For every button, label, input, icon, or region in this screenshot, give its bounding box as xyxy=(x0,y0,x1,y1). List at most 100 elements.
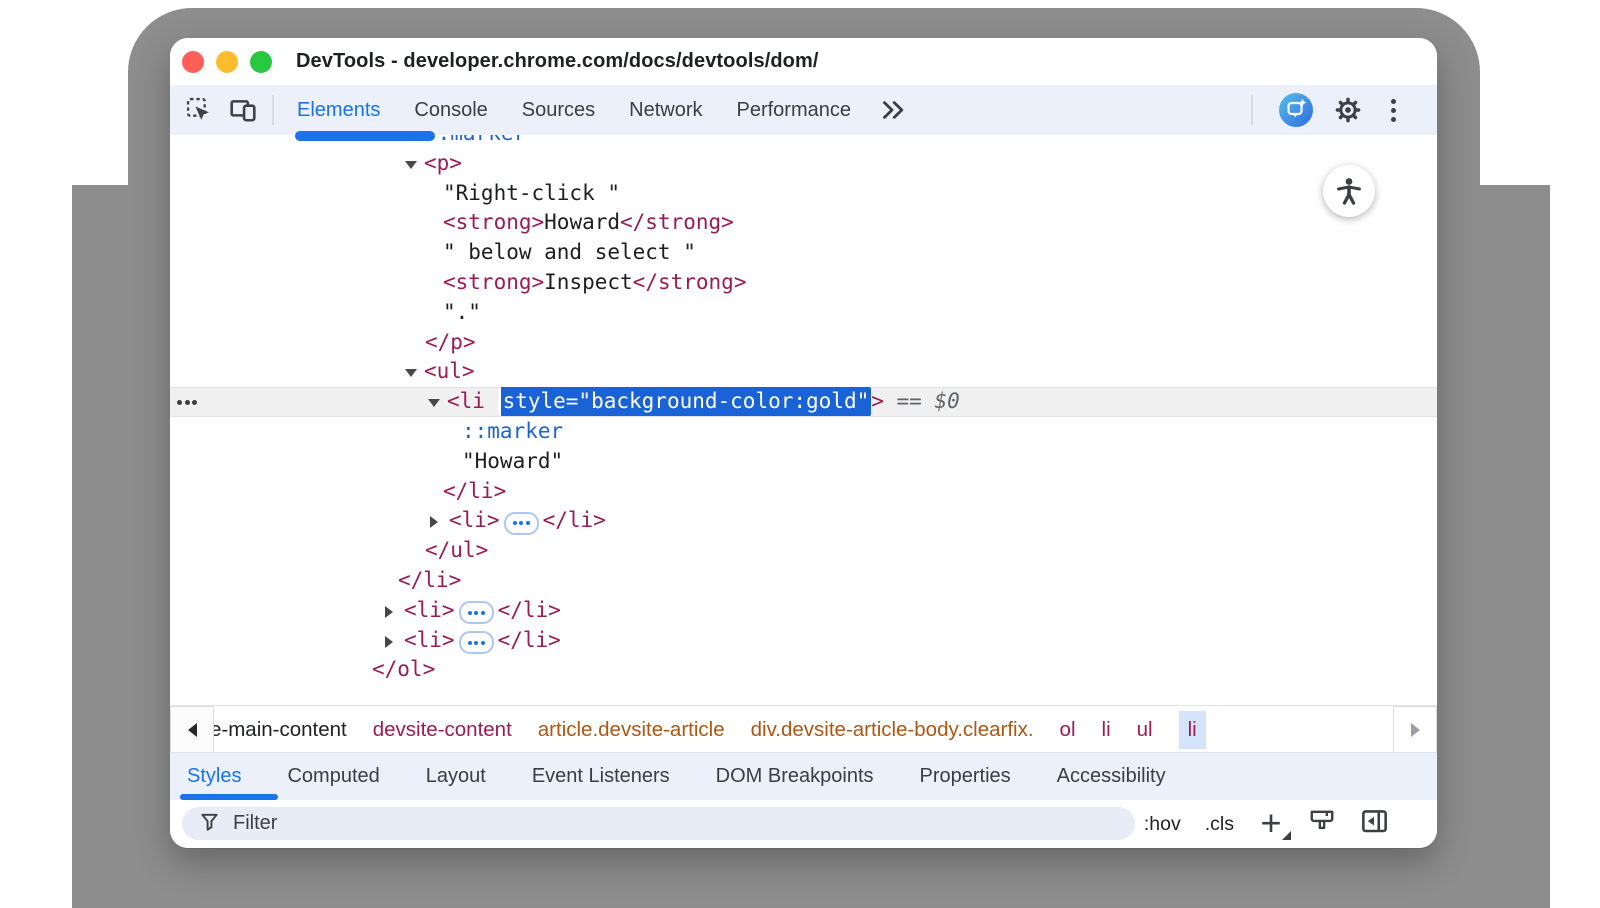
dom-tree-line[interactable]: <strong>Inspect</strong> xyxy=(170,268,1437,298)
expand-arrow-icon[interactable] xyxy=(385,626,404,656)
new-style-rule-button[interactable] xyxy=(1258,811,1284,837)
code-segment: " below and select " xyxy=(443,240,696,264)
code-segment: <p> xyxy=(424,151,462,175)
code-segment: "." xyxy=(443,300,481,324)
styles-panel-tabs: Styles Computed Layout Event Listeners DOM B… xyxy=(170,752,1437,800)
styles-tab-computed[interactable]: Computed xyxy=(287,765,379,788)
breadcrumb-item[interactable]: li xyxy=(1102,718,1111,742)
code-segment: </ul> xyxy=(425,538,488,562)
code-segment: </li> xyxy=(398,568,461,592)
expand-arrow-icon[interactable] xyxy=(430,506,449,536)
dom-tree-line[interactable]: <strong>Howard</strong> xyxy=(170,208,1437,238)
paintbrush-icon[interactable] xyxy=(1308,808,1336,841)
code-segment: </p> xyxy=(425,330,476,354)
code-segment: "Howard" xyxy=(462,449,563,473)
settings-gear-icon[interactable] xyxy=(1333,95,1363,125)
tab-performance[interactable]: Performance xyxy=(720,99,869,122)
code-segment: </strong> xyxy=(633,270,747,294)
code-segment: Howard xyxy=(544,210,620,234)
styles-tab-layout[interactable]: Layout xyxy=(426,765,486,788)
breadcrumb-item[interactable]: div.devsite-article-body.clearfix. xyxy=(751,718,1034,742)
kebab-menu-icon[interactable] xyxy=(1383,99,1403,122)
dom-tree-line[interactable]: "Right-click " xyxy=(170,179,1437,209)
breadcrumb-scroll-right-button[interactable] xyxy=(1393,706,1437,753)
devtools-window: DevTools - developer.chrome.com/docs/dev… xyxy=(170,38,1437,848)
styles-tab-dom-breakpoints[interactable]: DOM Breakpoints xyxy=(716,765,874,788)
more-tabs-button[interactable] xyxy=(868,99,918,121)
styles-filter-input[interactable] xyxy=(231,811,935,836)
breadcrumb-item[interactable]: e-main-content xyxy=(210,718,347,742)
code-segment: ::marker xyxy=(425,135,526,145)
plus-caret-icon xyxy=(1282,831,1291,840)
right-arrow-icon xyxy=(1411,723,1420,737)
dom-tree-line[interactable]: </li> xyxy=(170,477,1437,507)
breadcrumb-item[interactable]: ol xyxy=(1060,718,1076,742)
styles-tab-styles[interactable]: Styles xyxy=(187,765,241,788)
tab-network[interactable]: Network xyxy=(612,99,719,122)
minimize-window-button[interactable] xyxy=(216,51,238,73)
close-window-button[interactable] xyxy=(182,51,204,73)
dom-tree-line[interactable]: </p> xyxy=(170,328,1437,358)
hidden-children-ellipsis-button[interactable] xyxy=(504,512,539,535)
dom-tree-line[interactable]: </ol> xyxy=(170,655,1437,685)
tab-console[interactable]: Console xyxy=(397,99,504,122)
toolbar-right-controls xyxy=(1245,93,1437,127)
code-segment: </strong> xyxy=(620,210,734,234)
hidden-children-ellipsis-button[interactable] xyxy=(459,631,494,654)
dom-tree-line[interactable]: </ul> xyxy=(170,536,1437,566)
traffic-lights xyxy=(170,51,272,73)
toggle-classes-button[interactable]: .cls xyxy=(1205,813,1234,836)
styles-tab-properties[interactable]: Properties xyxy=(920,765,1011,788)
dock-sidebar-icon[interactable] xyxy=(1360,807,1389,841)
breadcrumb-scroll-left-button[interactable] xyxy=(170,706,214,753)
node-more-actions-dots[interactable] xyxy=(177,387,197,417)
dom-tree-line[interactable]: <li></li> xyxy=(170,626,1437,656)
breadcrumb-item[interactable]: ul xyxy=(1137,718,1153,742)
toggle-hover-state-button[interactable]: :hov xyxy=(1144,813,1181,836)
inspect-icon[interactable] xyxy=(184,95,214,125)
code-segment: <strong> xyxy=(443,270,544,294)
collapse-arrow-icon[interactable] xyxy=(405,357,424,387)
dom-tree-line[interactable]: </li> xyxy=(170,566,1437,596)
code-segment: </ol> xyxy=(372,657,435,681)
dom-tree-line[interactable]: ::marker xyxy=(170,417,1437,447)
filter-funnel-icon xyxy=(199,811,220,837)
dom-tree-line[interactable]: "Howard" xyxy=(170,447,1437,477)
devtools-docs-illustration: DevTools - developer.chrome.com/docs/dev… xyxy=(0,0,1600,908)
selected-attribute-text[interactable]: style="background-color:gold" xyxy=(498,387,872,416)
breadcrumb-item[interactable]: article.devsite-article xyxy=(538,718,725,742)
dom-tree-line[interactable]: " below and select " xyxy=(170,238,1437,268)
dom-tree-selected-node[interactable]: <li style="background-color:gold"> == $0 xyxy=(170,387,1437,417)
styles-tab-accessibility[interactable]: Accessibility xyxy=(1057,765,1166,788)
breadcrumb-item[interactable]: devsite-content xyxy=(373,718,512,742)
styles-tab-event-listeners[interactable]: Event Listeners xyxy=(532,765,670,788)
code-segment: </li> xyxy=(543,508,606,532)
tab-sources[interactable]: Sources xyxy=(505,99,612,122)
breadcrumb-item-selected[interactable]: li xyxy=(1179,711,1206,749)
dom-tree-line[interactable]: "." xyxy=(170,298,1437,328)
code-segment: <li> xyxy=(404,598,455,622)
window-titlebar: DevTools - developer.chrome.com/docs/dev… xyxy=(170,38,1437,85)
styles-filter-pill xyxy=(182,807,1135,840)
device-toolbar-icon[interactable] xyxy=(228,95,258,125)
collapse-arrow-icon[interactable] xyxy=(428,387,447,417)
expand-arrow-icon[interactable] xyxy=(385,596,404,626)
code-segment: <strong> xyxy=(443,210,544,234)
active-tab-underline xyxy=(295,131,435,141)
dom-tree-line[interactable]: <ul> xyxy=(170,357,1437,387)
dom-tree-line[interactable]: <li></li> xyxy=(170,596,1437,626)
styles-filter-tools: :hov .cls xyxy=(1144,800,1437,848)
collapse-arrow-icon[interactable] xyxy=(405,149,424,179)
dom-tree-line[interactable]: <p> xyxy=(170,149,1437,179)
ai-assistant-icon[interactable] xyxy=(1279,93,1313,127)
maximize-window-button[interactable] xyxy=(250,51,272,73)
code-segment: Inspect xyxy=(544,270,633,294)
toolbar-divider xyxy=(272,95,274,125)
left-arrow-icon xyxy=(188,723,197,737)
dom-tree-line[interactable]: <li></li> xyxy=(170,506,1437,536)
breadcrumb-bar: e-main-content devsite-content article.dev… xyxy=(170,705,1437,753)
hidden-children-ellipsis-button[interactable] xyxy=(459,601,494,624)
accessibility-widget-button[interactable] xyxy=(1323,165,1375,217)
tab-elements[interactable]: Elements xyxy=(280,99,397,122)
devtools-tabs: ElementsConsoleSourcesNetworkPerformance xyxy=(280,99,868,122)
